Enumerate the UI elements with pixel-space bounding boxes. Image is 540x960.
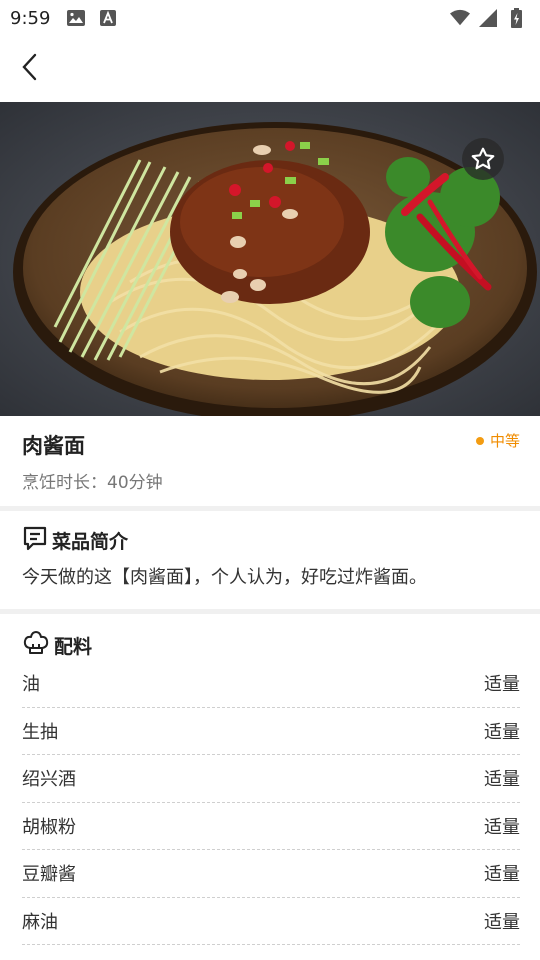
status-bar: 9:59 xyxy=(0,0,540,36)
difficulty-label: 中等 xyxy=(489,432,520,450)
ingredient-amount: 适量 xyxy=(484,816,520,838)
ingredient-row: 生抽 适量 xyxy=(22,708,520,755)
ingredients-section: 配料 油 适量 生抽 适量 绍兴酒 适量 胡椒粉 适量 豆瓣酱 适量 麻油 适量 xyxy=(0,615,540,960)
ingredient-amount: 适量 xyxy=(484,769,520,791)
intro-heading-label: 菜品简介 xyxy=(52,531,129,553)
intro-section: 菜品简介 今天做的这【肉酱面】，个人认为，好吃过炸酱面。 xyxy=(0,513,540,609)
app-bar xyxy=(0,36,540,102)
ingredient-name: 麻油 xyxy=(22,911,58,933)
chat-text-icon xyxy=(22,525,48,556)
ingredient-name: 胡椒粉 xyxy=(22,816,76,838)
dish-name: 肉酱面 xyxy=(22,434,85,458)
difficulty-badge: 中等 xyxy=(475,430,520,451)
dish-photo xyxy=(0,102,540,416)
ingredient-row: 豆瓣酱 适量 xyxy=(22,850,520,898)
intro-heading: 菜品简介 xyxy=(22,525,128,556)
ingredient-row: 胡椒粉 适量 xyxy=(22,803,520,850)
star-outline-icon xyxy=(470,146,496,172)
ingredient-list: 油 适量 生抽 适量 绍兴酒 适量 胡椒粉 适量 豆瓣酱 适量 麻油 适量 xyxy=(22,660,520,945)
ingredient-name: 豆瓣酱 xyxy=(22,864,76,886)
ingredient-row: 油 适量 xyxy=(22,660,520,708)
section-divider xyxy=(0,609,540,614)
ingredient-amount: 适量 xyxy=(484,721,520,743)
font-notification-icon xyxy=(98,8,118,28)
cell-signal-icon xyxy=(478,8,498,28)
ingredient-amount: 适量 xyxy=(484,911,520,933)
ingredient-row: 麻油 适量 xyxy=(22,898,520,945)
difficulty-dot-icon xyxy=(475,436,484,445)
battery-charging-icon xyxy=(506,8,526,28)
favorite-button[interactable] xyxy=(462,138,504,180)
chevron-left-icon xyxy=(19,52,41,86)
ingredient-row: 绍兴酒 适量 xyxy=(22,755,520,803)
ingredient-name: 绍兴酒 xyxy=(22,769,76,791)
wifi-icon xyxy=(450,8,470,28)
intro-text: 今天做的这【肉酱面】，个人认为，好吃过炸酱面。 xyxy=(22,567,427,588)
back-button[interactable] xyxy=(0,36,60,102)
ingredient-amount: 适量 xyxy=(484,674,520,696)
section-divider xyxy=(0,506,540,511)
ingredients-heading: 配料 xyxy=(22,629,92,662)
ingredients-heading-label: 配料 xyxy=(54,636,93,658)
cook-time: 烹饪时长：40分钟 xyxy=(22,473,163,493)
ingredient-amount: 适量 xyxy=(484,864,520,886)
ingredient-name: 生抽 xyxy=(22,721,58,743)
recipe-header: 肉酱面 中等 烹饪时长：40分钟 xyxy=(0,416,540,508)
image-notification-icon xyxy=(66,8,86,28)
ingredient-name: 油 xyxy=(22,674,40,696)
status-time: 9:59 xyxy=(10,7,51,29)
chef-hat-icon xyxy=(22,629,50,662)
